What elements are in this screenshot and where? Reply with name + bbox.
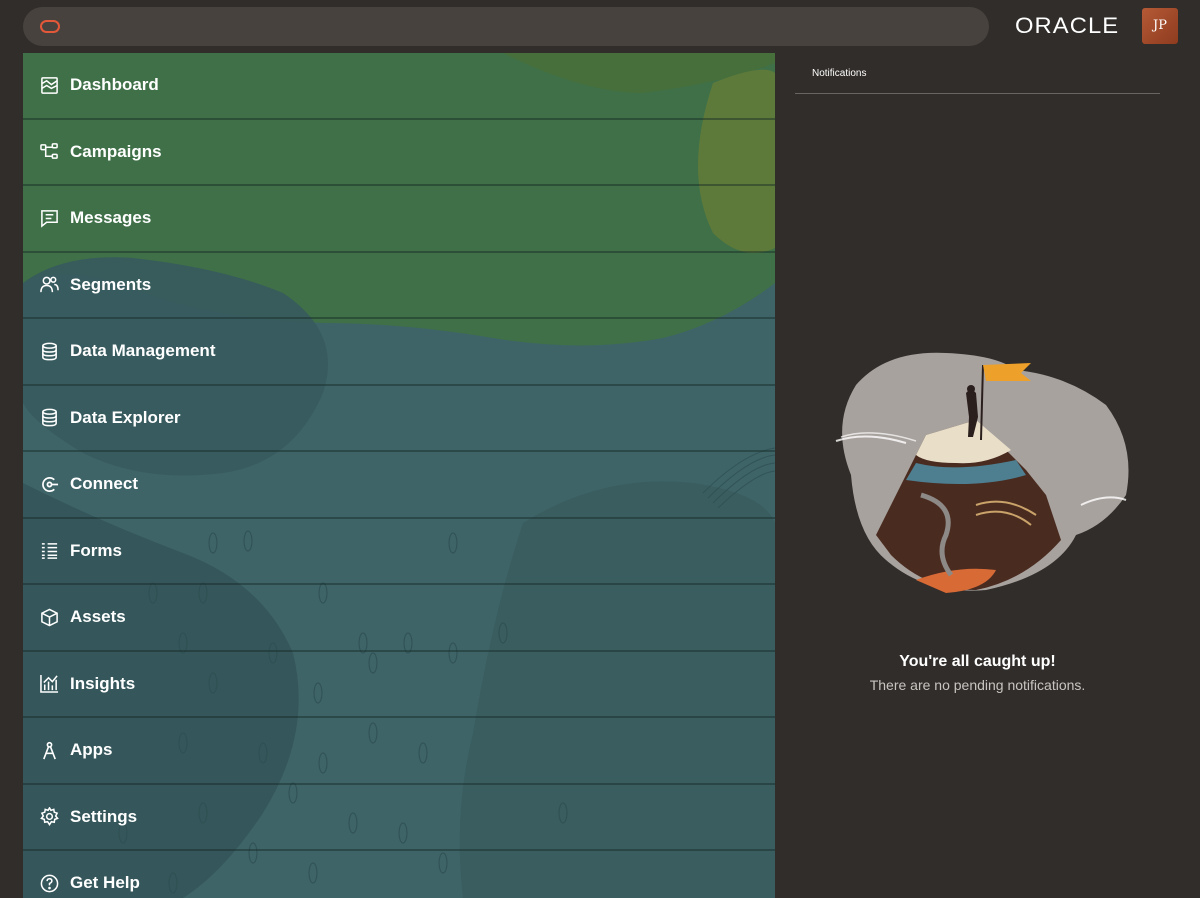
chart-icon — [40, 674, 59, 694]
database-icon — [40, 342, 59, 361]
segments-icon — [40, 275, 59, 294]
mountain-flag-illustration — [835, 352, 1129, 593]
nav-item-label: Messages — [70, 208, 152, 228]
forms-icon — [40, 541, 59, 560]
app-page: ORACLE JP Dashboard Campaigns Messages S… — [0, 0, 1200, 898]
oracle-brand-logo: ORACLE — [1015, 13, 1120, 38]
nav-list: Dashboard Campaigns Messages Segments Da… — [23, 53, 775, 898]
nav-item-messages[interactable]: Messages — [23, 186, 775, 253]
dashboard-icon — [40, 76, 59, 95]
nav-item-forms[interactable]: Forms — [23, 519, 775, 585]
nav-item-campaigns[interactable]: Campaigns — [23, 120, 775, 186]
nav-item-get-help[interactable]: Get Help — [23, 851, 775, 898]
nav-item-settings[interactable]: Settings — [23, 785, 775, 851]
navigation-panel: Dashboard Campaigns Messages Segments Da… — [23, 53, 775, 898]
database-icon — [40, 408, 59, 427]
cube-icon — [40, 608, 59, 627]
nav-item-data-management[interactable]: Data Management — [23, 319, 775, 386]
nav-item-label: Settings — [70, 806, 138, 826]
nav-item-label: Data Management — [70, 341, 216, 361]
top-bar: ORACLE JP — [0, 0, 1200, 52]
nav-item-insights[interactable]: Insights — [23, 652, 775, 718]
nav-item-label: Forms — [70, 540, 122, 560]
help-icon — [40, 874, 59, 893]
nav-item-label: Assets — [70, 607, 126, 627]
notifications-divider — [795, 93, 1160, 94]
nav-item-label: Dashboard — [70, 75, 159, 95]
nav-item-label: Campaigns — [70, 141, 162, 161]
nav-item-label: Data Explorer — [70, 407, 181, 427]
nav-item-label: Segments — [70, 274, 152, 294]
nav-item-data-explorer[interactable]: Data Explorer — [23, 386, 775, 452]
oracle-logo-icon[interactable] — [40, 20, 60, 33]
nav-item-assets[interactable]: Assets — [23, 585, 775, 652]
messages-icon — [40, 209, 59, 228]
gear-icon — [40, 807, 59, 827]
nav-item-label: Apps — [70, 740, 113, 760]
user-avatar[interactable]: JP — [1142, 8, 1178, 44]
nav-item-label: Connect — [70, 474, 138, 494]
nav-item-segments[interactable]: Segments — [23, 253, 775, 319]
campaigns-icon — [40, 142, 59, 161]
global-search-bar[interactable] — [23, 7, 989, 46]
nav-item-apps[interactable]: Apps — [23, 718, 775, 785]
notifications-title: Notifications — [812, 68, 867, 79]
nav-item-connect[interactable]: Connect — [23, 452, 775, 519]
connect-icon — [40, 475, 59, 494]
empty-state-title: You're all caught up! — [899, 653, 1056, 670]
nav-item-label: Insights — [70, 673, 136, 693]
empty-state-message: There are no pending notifications. — [869, 677, 1086, 693]
nav-item-dashboard[interactable]: Dashboard — [23, 53, 775, 120]
nav-item-label: Get Help — [70, 873, 140, 893]
compass-icon — [40, 741, 59, 760]
